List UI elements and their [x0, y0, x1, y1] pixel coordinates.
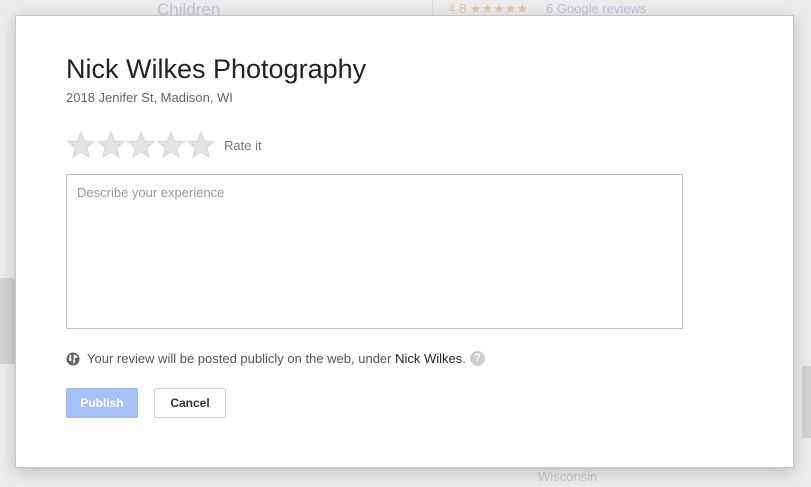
- star-icon[interactable]: [156, 130, 186, 160]
- business-address: 2018 Jenifer St, Madison, WI: [66, 90, 233, 105]
- review-textarea[interactable]: [66, 174, 683, 329]
- notice-text: Your review will be posted publicly on t…: [87, 351, 392, 366]
- star-icon[interactable]: [126, 130, 156, 160]
- notice-period: .: [462, 351, 466, 366]
- globe-icon: [66, 352, 80, 365]
- bg-thumbnail: [0, 278, 15, 364]
- bg-reviews-link[interactable]: 6 Google reviews: [546, 1, 646, 16]
- star-icon[interactable]: [66, 130, 96, 160]
- bg-divider: [432, 0, 433, 14]
- bg-location: Wisconsin: [538, 469, 598, 484]
- bg-side-image: [802, 366, 811, 438]
- business-title: Nick Wilkes Photography: [66, 54, 367, 84]
- public-notice: Your review will be posted publicly on t…: [66, 351, 485, 366]
- star-icon[interactable]: [96, 130, 126, 160]
- help-icon[interactable]: ?: [469, 351, 485, 366]
- star-icon[interactable]: [186, 130, 216, 160]
- cancel-button[interactable]: Cancel: [154, 388, 226, 418]
- notice-user-name: Nick Wilkes: [395, 351, 463, 366]
- review-dialog: Nick Wilkes Photography 2018 Jenifer St,…: [15, 15, 794, 468]
- publish-button[interactable]: Publish: [66, 388, 138, 418]
- star-rating: Rate it: [66, 130, 262, 160]
- rate-it-label: Rate it: [224, 137, 262, 153]
